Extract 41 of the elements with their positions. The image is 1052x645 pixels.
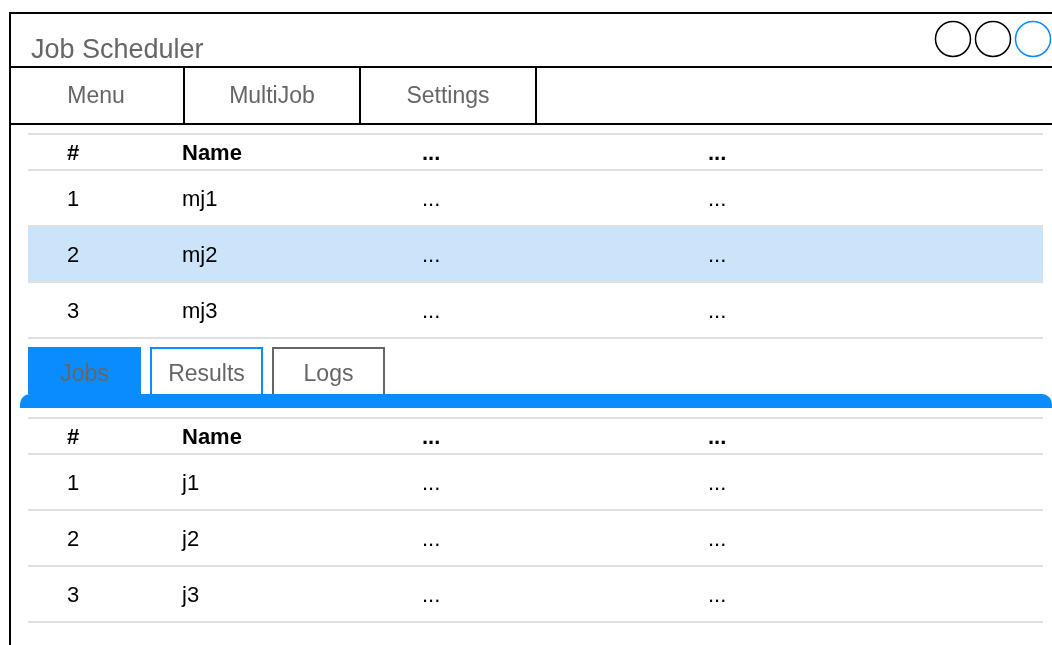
menu-tab[interactable]: Menu [9,68,185,123]
column-header: Name [182,138,242,167]
table-cell-text: ... [422,240,441,269]
column-header: Name [182,422,242,451]
table-cell-text: ... [708,524,727,553]
window-title: Job Scheduler [31,36,204,63]
table-cell-text: ... [422,296,441,325]
table-cell-text: ... [708,240,727,269]
table-cell-text: ... [422,580,441,609]
table-row[interactable]: 2 mj2 ... ... [28,227,1043,283]
table-cell-text: mj2 [182,240,218,269]
table-cell-text: mj3 [182,296,218,325]
table-cell-text: ... [422,524,441,553]
window-control-icon[interactable] [934,20,972,58]
column-header: ... [708,422,727,451]
table-cell-text: ... [708,468,727,497]
table-cell-text: ... [708,184,727,213]
table-cell-text: j2 [182,524,200,553]
tab[interactable]: Results [150,347,263,394]
column-header: ... [422,422,441,451]
table-cell-text: mj1 [182,184,218,213]
table-cell-text: ... [422,468,441,497]
menu-tab[interactable]: MultiJob [185,68,361,123]
table-cell-text: 2 [66,524,80,553]
column-header: ... [422,138,441,167]
menu-tab[interactable]: Settings [361,68,537,123]
column-header: # [66,138,80,167]
table-cell-text: 3 [66,580,80,609]
column-header: # [66,422,80,451]
table-cell-text: 1 [66,184,80,213]
window-control-icon[interactable] [974,20,1012,58]
column-header: ... [708,138,727,167]
tab[interactable]: Logs [272,347,385,394]
table-cell-text: 3 [66,296,80,325]
table-cell-text: 2 [66,240,80,269]
table-cell-text: 1 [66,468,80,497]
table-cell-text: ... [708,296,727,325]
table-cell-text: ... [708,580,727,609]
table-cell-text: ... [422,184,441,213]
table-cell-text: j3 [182,580,200,609]
table-cell-text: j1 [182,468,200,497]
